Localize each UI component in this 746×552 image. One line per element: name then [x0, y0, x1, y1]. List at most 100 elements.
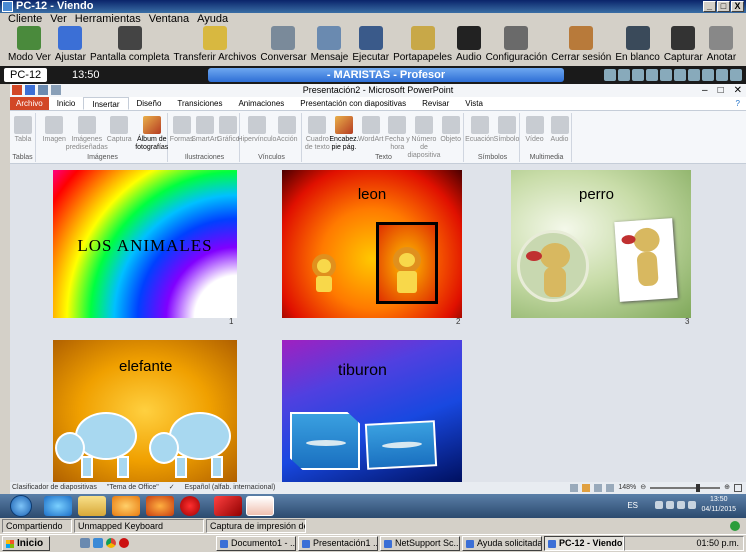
quick-launch-ie-icon[interactable] — [93, 538, 103, 548]
tray-volume-icon[interactable] — [688, 501, 696, 509]
maximize-button[interactable]: □ — [717, 1, 730, 12]
zoom-out-icon[interactable]: ⊖ — [640, 482, 646, 494]
opera-taskbar-icon[interactable] — [180, 496, 200, 516]
tab-insertar[interactable]: Insertar — [83, 97, 129, 110]
ribbon-button-3-1[interactable]: Acción — [272, 116, 302, 144]
tab-transiciones[interactable]: Transiciones — [169, 97, 230, 110]
toolbar-settings-button[interactable]: Configuración — [486, 26, 547, 66]
ribbon-button-1-1[interactable]: Imágenes prediseñadas — [66, 116, 108, 152]
toolbar-annotate-button[interactable]: Anotar — [707, 26, 736, 66]
slide-2[interactable]: leon — [282, 170, 462, 318]
fit-window-icon[interactable] — [734, 484, 742, 492]
slide-3[interactable]: perro — [511, 170, 691, 318]
quick-launch-chrome-icon[interactable] — [106, 538, 116, 548]
ie-taskbar-icon[interactable] — [44, 496, 72, 516]
ppt-minimize-button[interactable]: – — [702, 84, 708, 97]
ribbon-button-3-0[interactable]: Hipervínculo — [238, 116, 276, 144]
refresh-icon[interactable] — [618, 69, 630, 81]
tab-archivo[interactable]: Archivo — [10, 97, 49, 110]
tray-arrow-icon[interactable] — [655, 501, 663, 509]
quick-launch-desktop-icon[interactable] — [80, 538, 90, 548]
start-button[interactable]: Inicio — [2, 536, 50, 551]
close-session-icon[interactable] — [730, 69, 742, 81]
toolbar-blank-screen-button[interactable]: En blanco — [615, 26, 660, 66]
save-icon[interactable] — [25, 85, 35, 95]
ribbon-button-4-0[interactable]: Cuadro de texto — [304, 116, 331, 152]
taskbar-button-2[interactable]: NetSupport Sc... — [380, 536, 460, 551]
toolbar-file-transfer-button[interactable]: Transferir Archivos — [173, 26, 256, 66]
ribbon-button-5-1[interactable]: Símbolo — [493, 116, 520, 144]
normal-view-icon[interactable] — [570, 484, 579, 492]
redo-icon[interactable] — [51, 85, 61, 95]
tray-flag-icon[interactable] — [666, 501, 674, 509]
toolbar-chat-button[interactable]: Conversar — [260, 26, 307, 66]
toolbar-fit-button[interactable]: Ajustar — [55, 26, 86, 66]
tab-dise-o[interactable]: Diseño — [129, 97, 170, 110]
zoom-slider[interactable] — [650, 484, 721, 492]
tab-inicio[interactable]: Inicio — [49, 97, 84, 110]
tab-animaciones[interactable]: Animaciones — [230, 97, 292, 110]
slide-5[interactable]: tiburon — [282, 340, 462, 482]
ribbon-button-4-2[interactable]: WordArt — [357, 116, 384, 144]
slide-1[interactable]: LOS ANIMALES — [53, 170, 237, 318]
minimize-button[interactable]: _ — [703, 1, 716, 12]
toolbar-logoff-button[interactable]: Cerrar sesión — [551, 26, 611, 66]
sorter-view-icon[interactable] — [582, 484, 591, 492]
firefox-taskbar-icon[interactable] — [146, 496, 174, 516]
reading-view-icon[interactable] — [594, 484, 603, 492]
app-red-cube-taskbar-icon[interactable] — [214, 496, 242, 516]
zoom-in-icon[interactable]: ⊕ — [724, 482, 730, 494]
menu-ayuda[interactable]: Ayuda — [197, 13, 228, 26]
slideshow-view-icon[interactable] — [606, 484, 615, 492]
toolbar-clipboard-button[interactable]: Portapapeles — [393, 26, 452, 66]
ribbon-button-1-3[interactable]: Álbum de fotografías — [135, 116, 168, 152]
pen-icon[interactable] — [632, 69, 644, 81]
toolbar-fullscreen-button[interactable]: Pantalla completa — [90, 26, 169, 66]
toolbar-message-button[interactable]: Mensaje — [311, 26, 348, 66]
windows-start-orb-icon[interactable] — [10, 495, 32, 517]
toolbar-view-mode-button[interactable]: Modo Ver — [8, 26, 51, 66]
quick-launch-opera-icon[interactable] — [119, 538, 129, 548]
users-icon[interactable] — [646, 69, 658, 81]
toolbar-microphone-button[interactable]: Audio — [456, 26, 482, 66]
tab-presentaci-n-con-diapositivas[interactable]: Presentación con diapositivas — [292, 97, 414, 110]
taskbar-button-4[interactable]: PC-12 - Viendo — [544, 536, 624, 551]
monitor-icon[interactable] — [674, 69, 686, 81]
tab-revisar[interactable]: Revisar — [414, 97, 457, 110]
ribbon-button-0-0[interactable]: Tabla — [10, 116, 36, 144]
spellcheck-icon[interactable]: ✓ — [169, 482, 175, 494]
network-icon[interactable] — [660, 69, 672, 81]
tray-network-icon[interactable] — [677, 501, 685, 509]
menu-ventana[interactable]: Ventana — [149, 13, 189, 26]
help-icon[interactable]: ? — [736, 97, 746, 110]
remote-clock[interactable]: 13:50 04/11/2015 — [701, 495, 736, 515]
slide-4[interactable]: elefante — [53, 340, 237, 482]
menu-cliente[interactable]: Cliente — [8, 13, 42, 26]
zoom-level[interactable]: 148% — [618, 482, 636, 494]
ppt-maximize-button[interactable]: □ — [718, 84, 724, 97]
media-player-taskbar-icon[interactable] — [112, 496, 140, 516]
close-button[interactable]: X — [731, 1, 744, 12]
ribbon-button-6-0[interactable]: Vídeo — [522, 116, 547, 144]
ribbon-button-6-1[interactable]: Audio — [547, 116, 572, 144]
keyboard-icon[interactable] — [604, 69, 616, 81]
ribbon-button-2-1[interactable]: SmartArt — [191, 116, 219, 144]
menu-ver[interactable]: Ver — [50, 13, 67, 26]
display-icon[interactable] — [702, 69, 714, 81]
language-status[interactable]: Español (alfab. internacional) — [185, 482, 276, 494]
taskbar-button-1[interactable]: Presentación1 ... — [298, 536, 378, 551]
taskbar-button-3[interactable]: Ayuda solicitada — [462, 536, 542, 551]
toolbar-camera-button[interactable]: Capturar — [664, 26, 703, 66]
ribbon-button-2-0[interactable]: Formas — [170, 116, 194, 144]
ribbon-button-2-2[interactable]: Gráfico — [217, 116, 240, 144]
ribbon-button-4-5[interactable]: Objeto — [437, 116, 464, 144]
menu-herramientas[interactable]: Herramientas — [75, 13, 141, 26]
tray-clock[interactable]: 01:50 p.m. — [696, 538, 739, 548]
language-indicator[interactable]: ES — [627, 501, 638, 510]
ribbon-button-4-1[interactable]: Encabez. pie pág. — [329, 116, 359, 152]
ribbon-button-5-0[interactable]: Ecuación — [465, 116, 494, 144]
taskbar-button-0[interactable]: Documento1 - ... — [216, 536, 296, 551]
ribbon-button-1-2[interactable]: Captura — [103, 116, 136, 144]
ppt-close-button[interactable]: ✕ — [734, 84, 742, 97]
toolbar-execute-button[interactable]: Ejecutar — [352, 26, 389, 66]
